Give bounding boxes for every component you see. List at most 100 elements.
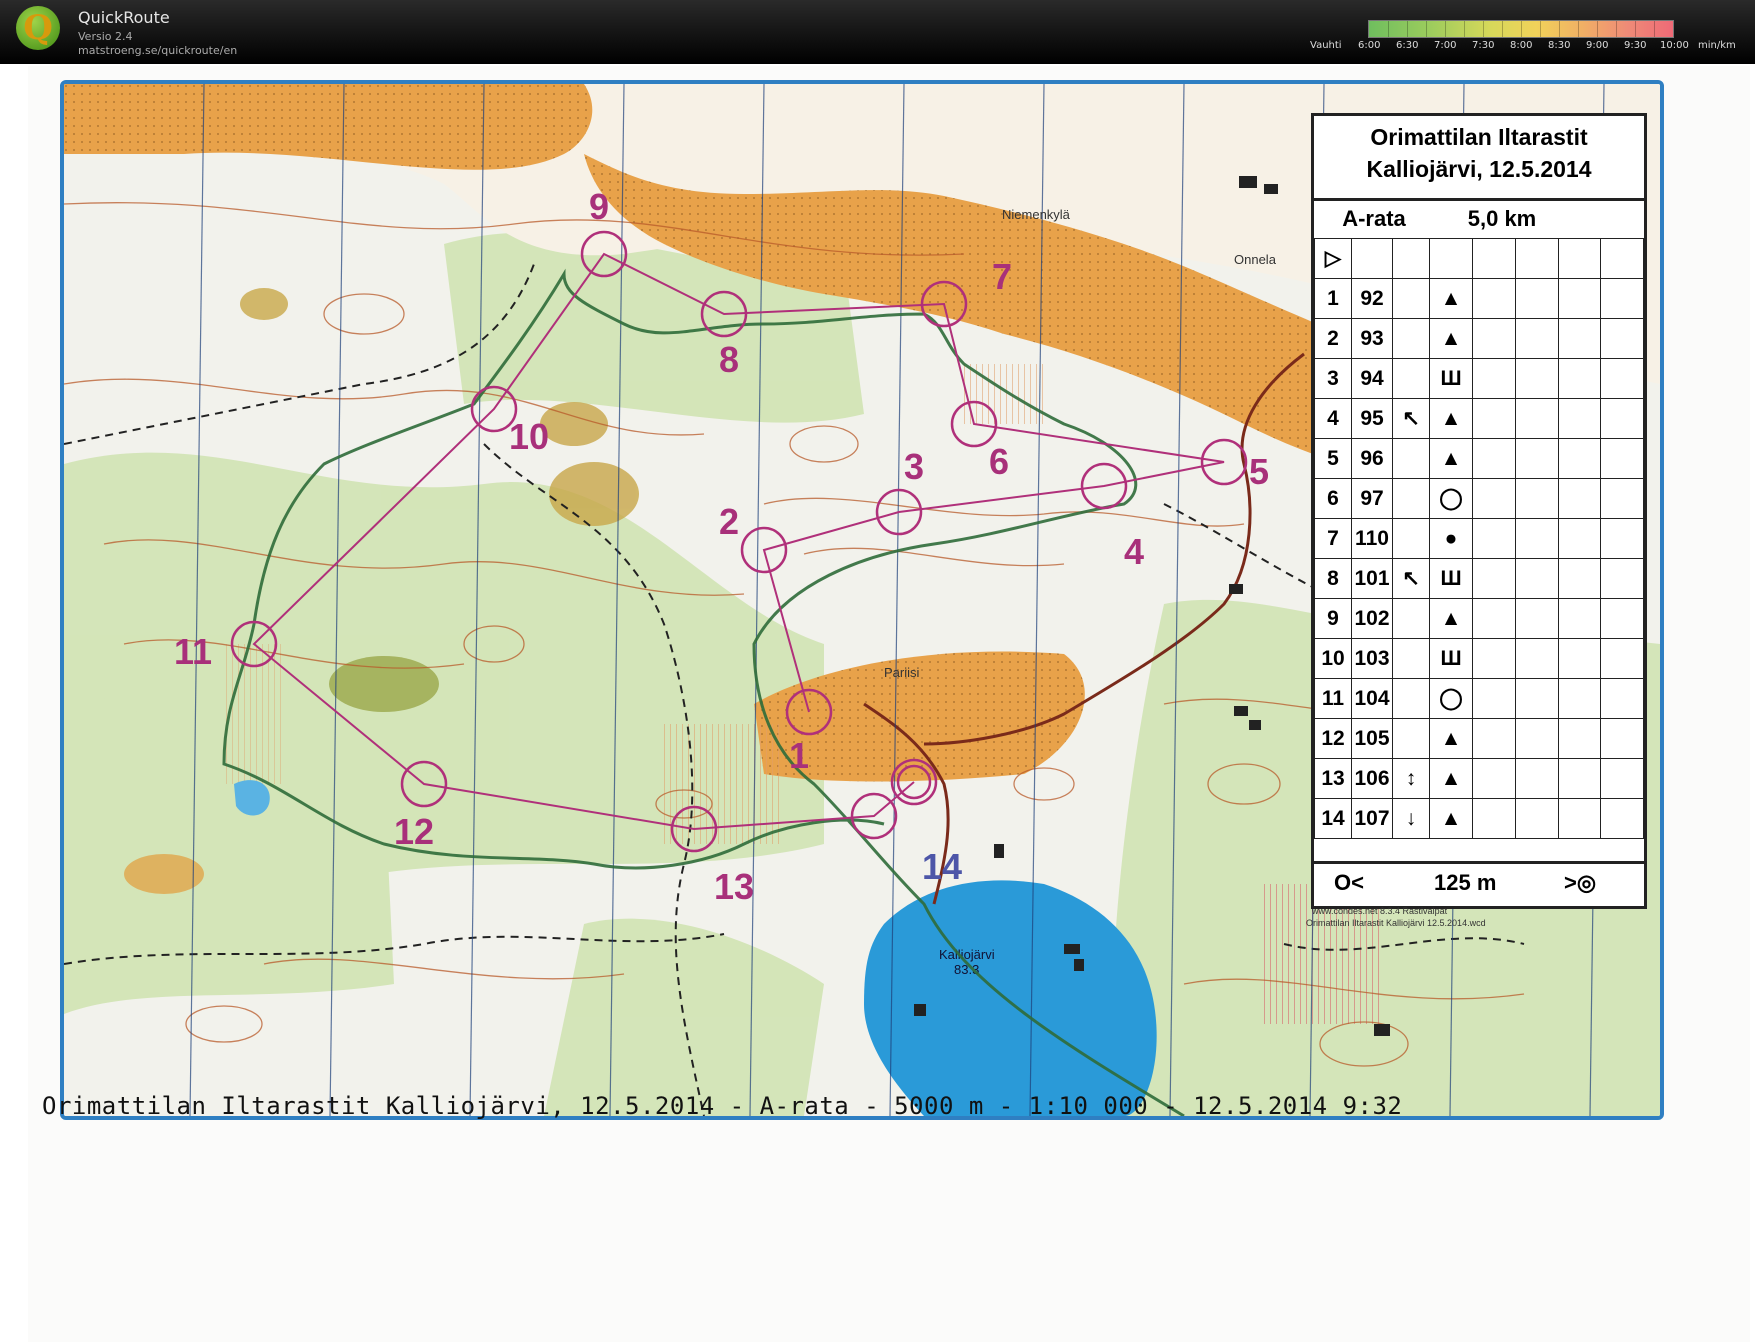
control-row: 12 105 ▲: [1314, 718, 1644, 759]
control-symbol: Ш: [1429, 638, 1473, 679]
control-3-number: 3: [904, 446, 924, 487]
pace-tick: [1502, 21, 1503, 37]
pace-tick: [1540, 21, 1541, 37]
empty-cell: [1472, 278, 1516, 319]
empty-cell: [1557, 718, 1602, 759]
control-symbol: ●: [1429, 518, 1473, 559]
empty-cell: [1514, 558, 1559, 599]
pace-value: 7:00: [1434, 40, 1457, 51]
control-row: 14 107 ↓ ▲: [1314, 798, 1644, 839]
app-title: QuickRoute: [78, 8, 170, 27]
empty-cell: [1557, 438, 1602, 479]
empty-cell: [1514, 798, 1559, 839]
control-symbol: ▲: [1429, 318, 1473, 359]
control-direction: [1392, 318, 1430, 359]
control-direction: ↖: [1392, 558, 1430, 599]
empty-cell: [1472, 598, 1516, 639]
control-code: 105: [1351, 718, 1393, 759]
control-6-number: 6: [989, 441, 1009, 482]
empty-cell: [1472, 558, 1516, 599]
finish-right-symbol: >◎: [1564, 870, 1597, 895]
empty-cell: [1472, 718, 1516, 759]
control-direction: ↖: [1392, 398, 1430, 439]
control-symbol: ▲: [1429, 438, 1473, 479]
control-code: 95: [1351, 398, 1393, 439]
pace-tick: [1464, 21, 1465, 37]
finish-distance: 125 m: [1434, 870, 1497, 895]
app-url: matstroeng.se/quickroute/en: [78, 44, 238, 57]
empty-cell: [1557, 638, 1602, 679]
course-name: A-rata: [1342, 206, 1406, 231]
empty-cell: [1557, 318, 1602, 359]
empty-cell: [1600, 438, 1644, 479]
map-caption: Orimattilan Iltarastit Kalliojärvi, 12.5…: [42, 1092, 1403, 1120]
control-code: 110: [1351, 518, 1393, 559]
empty-cell: [1600, 758, 1644, 799]
empty-cell: [1514, 518, 1559, 559]
control-number: 1: [1314, 278, 1352, 319]
pace-value: 6:30: [1396, 40, 1419, 51]
empty-cell: [1557, 518, 1602, 559]
print-note: Orimattilan Iltarastit Kalliojärvi 12.5.…: [1306, 918, 1486, 928]
pace-color-bar: [1368, 20, 1674, 38]
pace-tick: [1445, 21, 1446, 37]
control-12-number: 12: [394, 811, 434, 852]
start-row: ▷: [1314, 238, 1644, 279]
control-row: 2 93 ▲: [1314, 318, 1644, 359]
empty-cell: [1557, 278, 1602, 319]
control-code: 104: [1351, 678, 1393, 719]
pace-tick: [1635, 21, 1636, 37]
control-number: 8: [1314, 558, 1352, 599]
control-11-number: 11: [174, 631, 212, 672]
empty-cell: [1472, 318, 1516, 359]
empty-cell: [1472, 358, 1516, 399]
control-row: 3 94 Ш: [1314, 358, 1644, 399]
control-code: 92: [1351, 278, 1393, 319]
place-niemenkyla: Niemenkylä: [1002, 207, 1071, 222]
control-number: 3: [1314, 358, 1352, 399]
lake-name: Kalliojärvi: [939, 947, 995, 962]
pace-value: 7:30: [1472, 40, 1495, 51]
event-title: Orimattilan Iltarastit: [1370, 124, 1588, 150]
control-direction: [1392, 438, 1430, 479]
empty-cell: [1557, 758, 1602, 799]
empty-cell: [1600, 278, 1644, 319]
control-code: 96: [1351, 438, 1393, 479]
control-direction: [1392, 718, 1430, 759]
empty-cell: [1557, 478, 1602, 519]
control-code: 93: [1351, 318, 1393, 359]
control-symbol: ▲: [1429, 798, 1473, 839]
pace-label: Vauhti: [1310, 40, 1342, 51]
finish-left-symbol: O<: [1334, 870, 1364, 895]
control-number: 11: [1314, 678, 1352, 719]
empty-cell: [1600, 318, 1644, 359]
control-symbol: ▲: [1429, 718, 1473, 759]
control-direction: [1392, 478, 1430, 519]
control-8-number: 8: [719, 339, 739, 380]
empty-cell: [1514, 318, 1559, 359]
control-number: 12: [1314, 718, 1352, 759]
control-number: 7: [1314, 518, 1352, 559]
empty-cell: [1514, 758, 1559, 799]
empty-cell: [1600, 478, 1644, 519]
empty-cell: [1600, 398, 1644, 439]
control-1-number: 1: [789, 735, 809, 776]
empty-cell: [1472, 438, 1516, 479]
control-number: 14: [1314, 798, 1352, 839]
control-row: 8 101 ↖ Ш: [1314, 558, 1644, 599]
empty-cell: [1600, 358, 1644, 399]
control-7-number: 7: [992, 256, 1012, 297]
pace-tick: [1616, 21, 1617, 37]
empty-cell: [1472, 518, 1516, 559]
empty-cell: [1472, 478, 1516, 519]
finish-row: O< 125 m >◎: [1314, 861, 1644, 904]
control-row: 5 96 ▲: [1314, 438, 1644, 479]
empty-cell: [1557, 798, 1602, 839]
pace-tick: [1388, 21, 1389, 37]
place-onnela: Onnela: [1234, 252, 1277, 267]
empty-cell: [1514, 678, 1559, 719]
control-code: 107: [1351, 798, 1393, 839]
empty-cell: [1557, 678, 1602, 719]
pace-value: 6:00: [1358, 40, 1381, 51]
control-symbol: ◯: [1429, 678, 1473, 719]
